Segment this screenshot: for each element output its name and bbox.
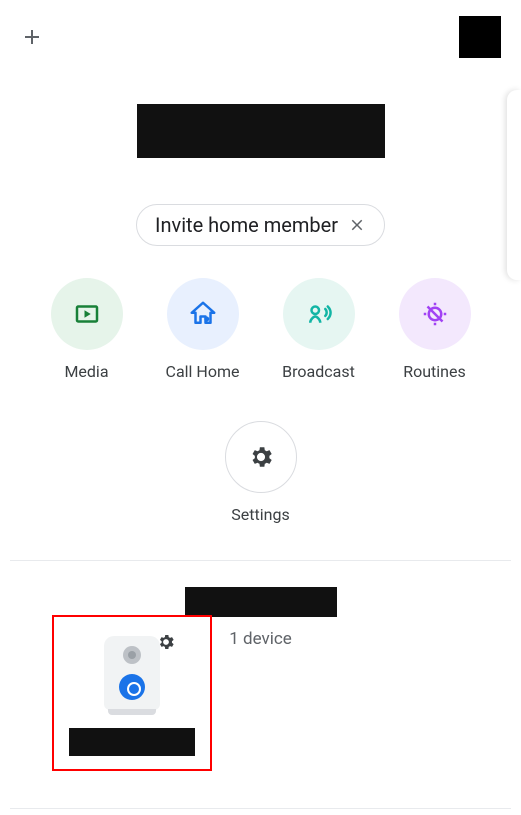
action-settings[interactable]: Settings xyxy=(225,421,297,524)
quick-actions-grid: Media Call Home Broadcast Routines Setti… xyxy=(0,278,521,524)
device-card[interactable] xyxy=(52,615,212,771)
plus-icon xyxy=(20,25,44,49)
device-name xyxy=(69,728,195,756)
action-label: Media xyxy=(64,362,108,381)
gear-icon xyxy=(156,632,176,656)
section-divider xyxy=(10,560,511,561)
top-bar xyxy=(0,0,521,68)
home-name[interactable] xyxy=(137,104,385,158)
gear-icon xyxy=(225,421,297,493)
action-label: Call Home xyxy=(166,362,240,381)
close-icon[interactable] xyxy=(348,216,366,234)
action-label: Routines xyxy=(403,362,466,381)
action-broadcast[interactable]: Broadcast xyxy=(283,278,355,381)
broadcast-icon xyxy=(283,278,355,350)
routines-icon xyxy=(399,278,471,350)
invite-chip-label: Invite home member xyxy=(155,213,338,237)
side-panel-handle[interactable] xyxy=(507,90,521,280)
action-label: Settings xyxy=(231,505,289,524)
speaker-icon xyxy=(104,636,160,710)
add-button[interactable] xyxy=(20,25,44,49)
section-divider xyxy=(10,808,511,809)
account-avatar[interactable] xyxy=(459,16,501,58)
action-media[interactable]: Media xyxy=(51,278,123,381)
home-phone-icon xyxy=(167,278,239,350)
room-name[interactable] xyxy=(185,587,337,617)
action-label: Broadcast xyxy=(282,362,355,381)
home-title-row xyxy=(0,104,521,162)
action-call-home[interactable]: Call Home xyxy=(167,278,239,381)
action-routines[interactable]: Routines xyxy=(399,278,471,381)
invite-home-member-chip[interactable]: Invite home member xyxy=(136,204,385,246)
play-circle-icon xyxy=(51,278,123,350)
